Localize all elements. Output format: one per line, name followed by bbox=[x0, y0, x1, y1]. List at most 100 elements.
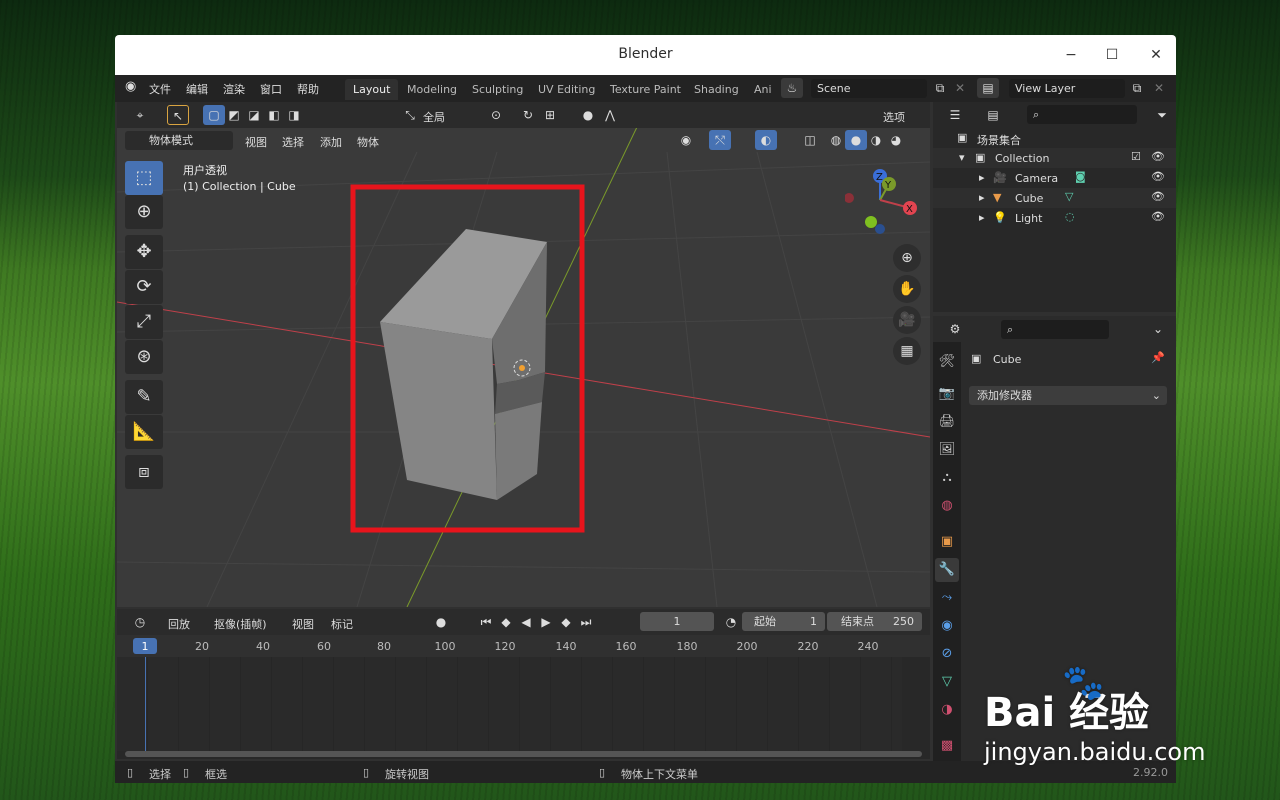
solid-shading-icon[interactable]: ● bbox=[845, 130, 867, 150]
menu-edit[interactable]: 编辑 bbox=[186, 81, 208, 97]
select-invert-icon[interactable]: ◧ bbox=[263, 105, 285, 125]
remove-scene-icon[interactable]: ✕ bbox=[949, 78, 971, 98]
transform-orientation[interactable]: 全局 bbox=[423, 109, 445, 125]
ortho-grid-icon[interactable]: ▦ bbox=[893, 337, 921, 365]
proportional-edit-icon[interactable]: ● bbox=[577, 105, 599, 125]
tool-tab-icon[interactable]: 🛠 bbox=[935, 350, 959, 374]
move-tool-icon[interactable]: ✥ bbox=[125, 235, 163, 269]
menu-select[interactable]: 选择 bbox=[282, 134, 304, 150]
pivot-point-icon[interactable]: ⊙ bbox=[485, 105, 507, 125]
pin-icon[interactable]: 📌 bbox=[1151, 351, 1165, 364]
minimize-button[interactable]: − bbox=[1058, 43, 1084, 67]
tab-layout[interactable]: Layout bbox=[345, 79, 399, 100]
select-intersect-icon[interactable]: ◨ bbox=[283, 105, 305, 125]
menu-render[interactable]: 渲染 bbox=[223, 81, 245, 97]
scale-tool-icon[interactable]: ⤢ bbox=[125, 305, 163, 339]
timeline-track-area[interactable] bbox=[117, 657, 902, 751]
tab-uv-editing[interactable]: UV Editing bbox=[530, 79, 603, 100]
navigation-gizmo[interactable]: Z Y X bbox=[845, 168, 925, 238]
select-extend-icon[interactable]: ◩ bbox=[223, 105, 245, 125]
checkbox-icon[interactable]: ☑ bbox=[1131, 150, 1141, 163]
view-layer-field[interactable]: View Layer bbox=[1009, 79, 1125, 98]
scene-selector-icon[interactable]: ♨ bbox=[781, 78, 803, 98]
wireframe-shading-icon[interactable]: ◍ bbox=[825, 130, 847, 150]
menu-view[interactable]: 视图 bbox=[245, 134, 267, 150]
options-dropdown[interactable]: 选项 bbox=[883, 109, 905, 125]
render-tab-icon[interactable]: 📷 bbox=[935, 382, 959, 406]
camera-data-icon[interactable]: ◙ bbox=[1075, 170, 1086, 183]
expand-icon[interactable]: ▸ bbox=[979, 211, 985, 224]
xray-toggle-icon[interactable]: ◫ bbox=[799, 130, 821, 150]
constraints-tab-icon[interactable]: ⊘ bbox=[935, 642, 959, 666]
properties-editor-type-icon[interactable]: ⚙ bbox=[941, 319, 969, 339]
particles-tab-icon[interactable]: ⤳ bbox=[935, 586, 959, 610]
tab-animation[interactable]: Ani bbox=[746, 79, 780, 100]
modifier-tab-icon[interactable]: 🔧 bbox=[935, 558, 959, 582]
orientation-icon[interactable]: ⤡ bbox=[399, 105, 421, 125]
rotate-tool-icon[interactable]: ⟳ bbox=[125, 270, 163, 304]
end-frame-field[interactable]: 结束点 250 bbox=[827, 612, 922, 631]
outliner-row-light[interactable]: ▸ 💡 Light ◌ 👁 bbox=[933, 208, 1176, 228]
rendered-shading-icon[interactable]: ◕ bbox=[885, 130, 907, 150]
outliner-row-scene-collection[interactable]: ▣ 场景集合 bbox=[933, 128, 1176, 148]
jump-end-icon[interactable]: ⏭ bbox=[575, 612, 597, 632]
close-button[interactable]: ✕ bbox=[1143, 43, 1169, 67]
expand-icon[interactable]: ▸ bbox=[979, 191, 985, 204]
snap-target-icon[interactable]: ⊞ bbox=[539, 105, 561, 125]
new-view-layer-icon[interactable]: ⧉ bbox=[1126, 78, 1148, 98]
view-layer-tab-icon[interactable]: 🖼 bbox=[935, 438, 959, 462]
jump-start-icon[interactable]: ⏮ bbox=[475, 612, 497, 632]
output-tab-icon[interactable]: 🖨 bbox=[935, 410, 959, 434]
falloff-icon[interactable]: ⋀ bbox=[599, 105, 621, 125]
expand-icon[interactable]: ▾ bbox=[959, 151, 965, 164]
menu-help[interactable]: 帮助 bbox=[297, 81, 319, 97]
3d-viewport[interactable]: ⌖ ↖ ▢ ◩ ◪ ◧ ◨ ⤡ 全局 ⊙ ↻ ⊞ ● ⋀ 选项 物体模式 视图 … bbox=[117, 102, 930, 607]
world-tab-icon[interactable]: ◍ bbox=[935, 494, 959, 518]
camera-view-icon[interactable]: 🎥 bbox=[893, 306, 921, 334]
object-tab-icon[interactable]: ▣ bbox=[935, 530, 959, 554]
select-box-tool-icon[interactable]: ⬚ bbox=[125, 161, 163, 195]
timeline-menu-marker[interactable]: 标记 bbox=[331, 616, 353, 632]
measure-tool-icon[interactable]: 📐 bbox=[125, 415, 163, 449]
cursor-tool-icon[interactable]: ⊕ bbox=[125, 195, 163, 229]
eye-icon[interactable]: 👁 bbox=[1151, 190, 1165, 203]
physics-tab-icon[interactable]: ◉ bbox=[935, 614, 959, 638]
timeline-editor-type-icon[interactable]: ◷ bbox=[125, 612, 155, 632]
prev-keyframe-icon[interactable]: ◆ bbox=[495, 612, 517, 632]
scene-tab-icon[interactable]: ⛬ bbox=[935, 466, 959, 490]
remove-view-layer-icon[interactable]: ✕ bbox=[1148, 78, 1170, 98]
outliner-editor-type-icon[interactable]: ☰ bbox=[941, 105, 969, 125]
data-tab-icon[interactable]: ▽ bbox=[935, 670, 959, 694]
outliner-row-cube[interactable]: ▸ ▼ Cube ▽ 👁 bbox=[933, 188, 1176, 208]
next-keyframe-icon[interactable]: ◆ bbox=[555, 612, 577, 632]
tab-texture-paint[interactable]: Texture Paint bbox=[602, 79, 689, 100]
preview-range-icon[interactable]: ◔ bbox=[720, 612, 742, 632]
mode-dropdown[interactable]: 物体模式 bbox=[125, 131, 233, 150]
tab-modeling[interactable]: Modeling bbox=[399, 79, 465, 100]
select-new-icon[interactable]: ▢ bbox=[203, 105, 225, 125]
snap-icon[interactable]: ↻ bbox=[517, 105, 539, 125]
blender-logo-icon[interactable]: ◉ bbox=[125, 79, 136, 94]
scene-field[interactable]: Scene bbox=[811, 79, 927, 98]
outliner-search-input[interactable]: ⌕ bbox=[1027, 105, 1137, 124]
outliner-row-camera[interactable]: ▸ 🎥 Camera ◙ 👁 bbox=[933, 168, 1176, 188]
editor-type-icon[interactable]: ⌖ bbox=[125, 105, 155, 125]
display-mode-icon[interactable]: ▤ bbox=[979, 105, 1007, 125]
play-reverse-icon[interactable]: ◀ bbox=[515, 612, 537, 632]
gizmo-toggle-icon[interactable]: ⤲ bbox=[709, 130, 731, 150]
cube-mesh[interactable] bbox=[380, 229, 547, 500]
expand-icon[interactable]: ▸ bbox=[979, 171, 985, 184]
keying-dropdown[interactable]: 抠像(插帧) bbox=[214, 616, 267, 632]
play-icon[interactable]: ▶ bbox=[535, 612, 557, 632]
menu-add[interactable]: 添加 bbox=[320, 134, 342, 150]
filter-icon[interactable]: ⏷ bbox=[1151, 105, 1173, 125]
add-modifier-dropdown[interactable]: 添加修改器 ⌄ bbox=[969, 386, 1167, 405]
zoom-icon[interactable]: ⊕ bbox=[893, 244, 921, 272]
eye-icon[interactable]: 👁 bbox=[1151, 170, 1165, 183]
properties-search-input[interactable]: ⌕ bbox=[1001, 320, 1109, 339]
timeline-scrollbar[interactable] bbox=[125, 751, 922, 757]
tab-shading[interactable]: Shading bbox=[686, 79, 747, 100]
overlay-toggle-icon[interactable]: ◐ bbox=[755, 130, 777, 150]
material-shading-icon[interactable]: ◑ bbox=[865, 130, 887, 150]
tweak-tool-icon[interactable]: ↖ bbox=[167, 105, 189, 125]
